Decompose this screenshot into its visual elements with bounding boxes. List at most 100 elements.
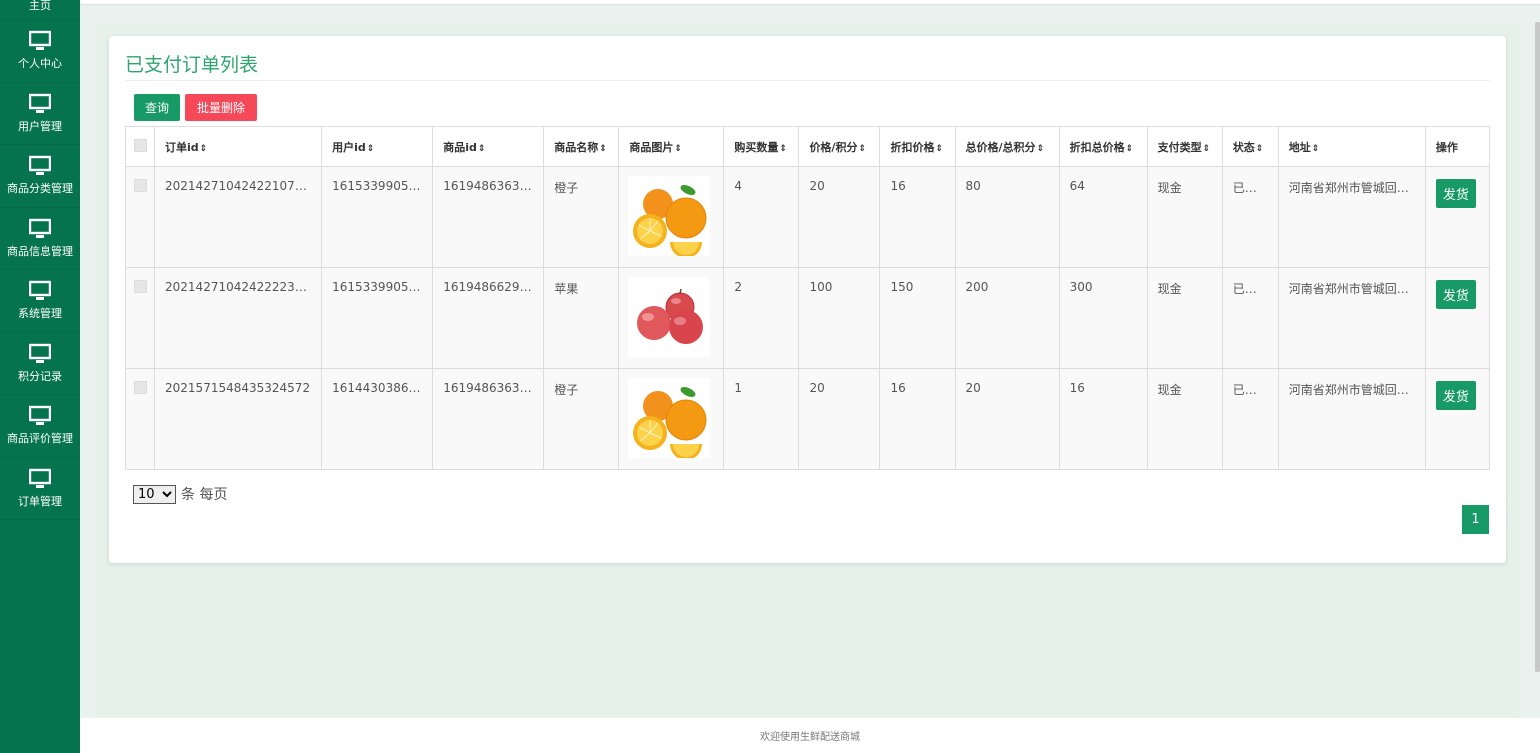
sidebar-item-review-management[interactable]: 商品评价管理 <box>0 395 80 458</box>
column-header-quantity[interactable]: 购买数量⇕ <box>723 126 800 167</box>
cell-total: 80 <box>954 166 1060 268</box>
cell-status: 已支付 <box>1221 166 1279 268</box>
cell-total: 200 <box>954 267 1060 369</box>
column-header-user-id[interactable]: 用户id⇕ <box>321 126 434 167</box>
cell-product-id: 1619486363644 <box>432 368 545 470</box>
row-checkbox[interactable] <box>124 267 156 369</box>
monitor-icon <box>29 468 51 488</box>
cell-user-id: 1615339905628 <box>321 166 434 268</box>
column-header-status[interactable]: 状态⇕ <box>1221 126 1279 167</box>
row-checkbox[interactable] <box>124 166 156 268</box>
monitor-icon <box>29 218 51 238</box>
cell-discount-price: 16 <box>879 166 956 268</box>
top-bar <box>80 0 1540 5</box>
cell-pay-type: 现金 <box>1146 166 1223 268</box>
cell-order-id: 202142710424221071612 <box>154 166 323 268</box>
sidebar-item-label: 订单管理 <box>18 494 62 508</box>
sort-icon: ⇕ <box>1255 143 1264 154</box>
cell-address: 河南省郑州市管城回族... <box>1277 267 1426 369</box>
column-header-discount-price[interactable]: 折扣价格⇕ <box>879 126 956 167</box>
column-header-actions: 操作 <box>1424 126 1491 167</box>
monitor-icon <box>29 93 51 113</box>
apple-image <box>628 277 711 357</box>
cell-quantity: 2 <box>723 267 800 369</box>
cell-price: 20 <box>798 368 881 470</box>
cell-actions: 发货 <box>1424 368 1491 470</box>
sort-icon: ⇕ <box>779 143 787 154</box>
cell-discount-total: 64 <box>1058 166 1148 268</box>
ship-button[interactable]: 发货 <box>1435 280 1476 309</box>
sidebar-item-label: 用户管理 <box>18 119 62 133</box>
cell-product-name: 橙子 <box>543 368 620 470</box>
sidebar-item-label: 主页 <box>29 0 51 12</box>
vertical-scrollbar[interactable] <box>1535 22 1540 672</box>
row-checkbox[interactable] <box>124 368 156 470</box>
sort-icon: ⇕ <box>366 143 375 154</box>
monitor-icon <box>29 406 51 426</box>
cell-discount-total: 300 <box>1058 267 1148 369</box>
sidebar-item-order-management[interactable]: 订单管理 <box>0 458 80 520</box>
column-header-product-image[interactable]: 商品图片⇕ <box>618 126 725 167</box>
column-header-total[interactable]: 总价格/总积分⇕ <box>954 126 1060 167</box>
sort-icon: ⇕ <box>935 143 944 154</box>
pagination-page-1[interactable]: 1 <box>1462 505 1489 534</box>
column-header-price[interactable]: 价格/积分⇕ <box>798 126 881 167</box>
sidebar-item-system-management[interactable]: 系统管理 <box>0 270 80 333</box>
footer: 欢迎使用生鲜配送商城 <box>80 718 1540 753</box>
cell-order-id: 2021571548435324572 <box>154 368 323 470</box>
page-title: 已支付订单列表 <box>125 54 259 76</box>
batch-delete-button[interactable]: 批量删除 <box>185 94 257 121</box>
page-size-select[interactable]: 10 <box>133 484 176 504</box>
cell-user-id: 1614430386281 <box>321 368 434 470</box>
sort-icon: ⇕ <box>1036 143 1045 154</box>
sidebar-item-label: 商品评价管理 <box>7 432 73 446</box>
cell-product-image <box>618 267 725 369</box>
column-header-order-id[interactable]: 订单id⇕ <box>154 126 323 167</box>
sidebar-item-label: 积分记录 <box>18 369 62 383</box>
sidebar-item-personal-center[interactable]: 个人中心 <box>0 20 80 83</box>
table-header-row: 订单id⇕ 用户id⇕ 商品id⇕ 商品名称⇕ 商品图片⇕ 购买数量⇕ 价格/积… <box>124 126 1491 167</box>
query-button[interactable]: 查询 <box>134 94 180 121</box>
page-size-control: 10 条 每页 <box>133 484 227 504</box>
sidebar-item-label: 个人中心 <box>18 57 62 71</box>
column-header-pay-type[interactable]: 支付类型⇕ <box>1146 126 1223 167</box>
ship-button[interactable]: 发货 <box>1435 179 1476 208</box>
sidebar-item-product-info-management[interactable]: 商品信息管理 <box>0 208 80 270</box>
cell-status: 已支付 <box>1221 267 1279 369</box>
sidebar-item-user-management[interactable]: 用户管理 <box>0 83 80 145</box>
sidebar-item-home[interactable]: 主页 <box>0 0 80 20</box>
sort-icon: ⇕ <box>1125 143 1134 154</box>
monitor-icon <box>29 156 51 176</box>
cell-product-id: 1619486629941 <box>432 267 545 369</box>
main-content: 已支付订单列表 查询 批量删除 订单id⇕ 用户id⇕ 商品id⇕ 商品名称⇕ … <box>96 22 1519 718</box>
column-header-product-id[interactable]: 商品id⇕ <box>432 126 545 167</box>
sidebar: 主页 个人中心 用户管理 商品分类管理 商品信息管理 系统管理 积分记录 商品评… <box>0 0 80 753</box>
column-header-product-name[interactable]: 商品名称⇕ <box>543 126 620 167</box>
sort-icon: ⇕ <box>199 143 208 154</box>
table-row: 2021571548435324572 1614430386281 161948… <box>124 368 1491 470</box>
cell-product-image <box>618 166 725 268</box>
title-divider <box>125 80 1490 81</box>
order-list-panel: 已支付订单列表 查询 批量删除 订单id⇕ 用户id⇕ 商品id⇕ 商品名称⇕ … <box>109 36 1506 563</box>
orange-image <box>628 176 711 256</box>
sidebar-item-points-records[interactable]: 积分记录 <box>0 333 80 395</box>
cell-price: 100 <box>798 267 881 369</box>
cell-discount-price: 16 <box>879 368 956 470</box>
page-size-suffix: 条 每页 <box>181 487 228 503</box>
cell-product-image <box>618 368 725 470</box>
table-row: 202142710424222231317 1615339905628 1619… <box>124 267 1491 369</box>
ship-button[interactable]: 发货 <box>1435 381 1476 410</box>
cell-pay-type: 现金 <box>1146 368 1223 470</box>
cell-quantity: 1 <box>723 368 800 470</box>
cell-quantity: 4 <box>723 166 800 268</box>
select-all-checkbox[interactable] <box>124 126 156 167</box>
column-header-address[interactable]: 地址⇕ <box>1277 126 1426 167</box>
monitor-icon <box>29 343 51 363</box>
cell-actions: 发货 <box>1424 166 1491 268</box>
column-header-discount-total[interactable]: 折扣总价格⇕ <box>1058 126 1148 167</box>
cell-user-id: 1615339905628 <box>321 267 434 369</box>
cell-total: 20 <box>954 368 1060 470</box>
cell-product-name: 苹果 <box>543 267 620 369</box>
sidebar-item-category-management[interactable]: 商品分类管理 <box>0 145 80 208</box>
cell-product-id: 1619486363644 <box>432 166 545 268</box>
